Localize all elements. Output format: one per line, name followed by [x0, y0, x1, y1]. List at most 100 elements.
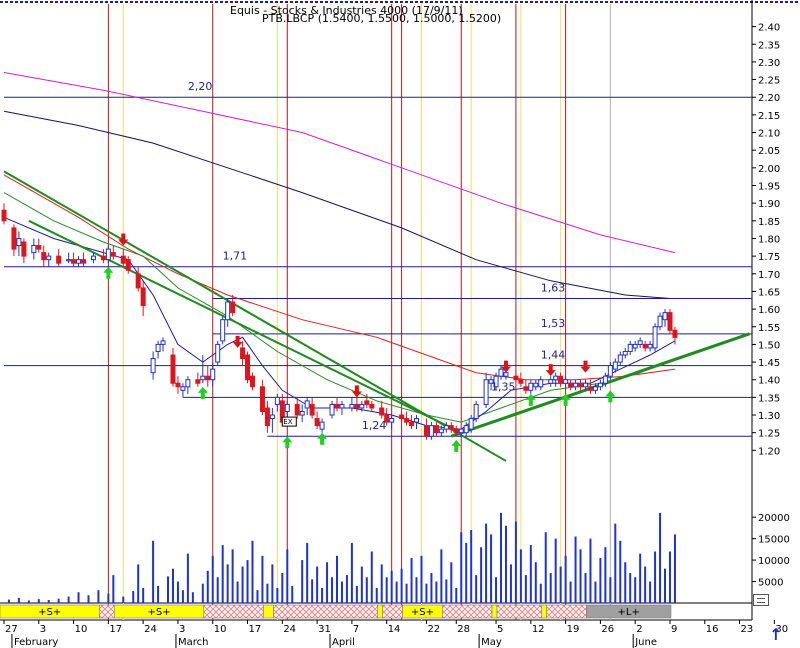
volume-toggle-button[interactable] — [753, 594, 769, 606]
level-label: 1,35 — [491, 380, 516, 393]
candle-body — [622, 350, 628, 356]
candle-body — [448, 425, 454, 430]
price-tick-label: 1.65 — [758, 287, 780, 298]
candle-body — [269, 414, 275, 420]
candle-body — [473, 403, 479, 420]
signal-band-yellow — [491, 604, 498, 619]
candle-body — [652, 326, 658, 349]
candle-body — [180, 386, 186, 391]
candle-body — [563, 379, 569, 384]
signal-band-hatch — [442, 604, 493, 619]
price-tick-label: 2.20 — [758, 93, 780, 104]
price-tick-label: 2.30 — [758, 58, 780, 69]
signal-band-hatch — [203, 604, 264, 619]
candle-body — [438, 428, 444, 434]
candle-body — [76, 259, 82, 264]
candle-body — [90, 255, 96, 261]
candle-body — [612, 361, 618, 370]
candle-body — [573, 382, 579, 388]
volume-tick-label: 5000 — [758, 578, 783, 589]
candle-body — [110, 252, 116, 257]
candle-body — [463, 425, 469, 434]
date-tick-label: 17 — [109, 624, 122, 635]
signal-band-hatch — [273, 604, 379, 619]
candle-body — [582, 382, 588, 388]
level-label: 1,24 — [362, 419, 387, 432]
date-tick-label: 5 — [497, 624, 503, 635]
candle-body — [120, 255, 126, 264]
price-tick-label: 1.75 — [758, 252, 780, 263]
date-tick-label: 24 — [283, 624, 296, 635]
scroll-up-arrow-icon[interactable]: ↑ — [766, 625, 786, 645]
chart-header-line-2: PTB.LBCP (1.5400, 1.5500, 1.5000, 1.5200… — [262, 12, 502, 25]
signal-band-yellow — [263, 604, 274, 619]
candle-body — [215, 343, 221, 363]
signal-band-hatch — [382, 604, 403, 619]
stock-chart: EX 2,201,711,631,531,441,351,24 +S+ +S+ +S… — [0, 0, 800, 648]
candle-body — [602, 375, 608, 384]
signal-band-hatch — [99, 604, 115, 619]
candle-body — [160, 340, 166, 345]
candle-body — [314, 418, 320, 427]
level-label: 1,44 — [541, 349, 566, 362]
price-tick-label: 1.25 — [758, 429, 780, 440]
candle-body — [423, 425, 429, 437]
candle-body — [81, 259, 87, 264]
candle-body — [125, 259, 131, 271]
date-tick-label: 10 — [75, 624, 88, 635]
candle-body — [245, 354, 251, 381]
level-label: 2,20 — [188, 80, 213, 93]
candle-body — [36, 245, 42, 250]
price-tick-label: 2.00 — [758, 164, 780, 175]
candle-body — [642, 343, 648, 349]
candle-body — [339, 403, 345, 409]
price-tick-label: 1.90 — [758, 199, 780, 210]
price-tick-label: 2.05 — [758, 146, 780, 157]
candle — [245, 351, 251, 384]
signal-bands: +S+ +S+ +S+ +L+ — [0, 604, 672, 619]
candle-body — [409, 421, 415, 427]
candle-body — [294, 403, 300, 416]
candle-body — [16, 237, 22, 247]
price-tick-label: 1.85 — [758, 217, 780, 228]
candle-body — [334, 403, 340, 409]
candle-body — [503, 372, 509, 377]
month-label: June — [634, 637, 657, 648]
signal-band-yellow — [541, 604, 547, 619]
candle-body — [175, 382, 181, 388]
candle-body — [230, 301, 236, 314]
candle — [220, 316, 226, 345]
candle-body — [538, 379, 544, 388]
signal-band-label: +S+ — [38, 607, 61, 618]
level-label: 1,53 — [541, 317, 566, 330]
candle-body — [319, 421, 325, 430]
candle-body — [140, 287, 146, 307]
candle-body — [528, 382, 534, 391]
candle-body — [632, 343, 638, 349]
candle-body — [105, 248, 111, 261]
candle-body — [264, 407, 270, 427]
candle — [215, 340, 221, 366]
date-tick-label: 27 — [5, 624, 18, 635]
candle-body — [240, 347, 246, 360]
candle-body — [443, 425, 449, 430]
candle-body — [284, 403, 290, 412]
candle-body — [205, 375, 211, 381]
signal-band-hatch — [546, 604, 587, 619]
price-tick-label: 1.35 — [758, 393, 780, 404]
date-tick-label: 28 — [457, 624, 470, 635]
candle-body — [458, 428, 464, 434]
price-tick-label: 2.15 — [758, 111, 780, 122]
candle-body — [533, 382, 539, 388]
price-tick-label: 1.40 — [758, 376, 780, 387]
signal-band-label: +S+ — [411, 607, 434, 618]
date-tick-label: 31 — [318, 624, 331, 635]
candle-body — [592, 386, 598, 391]
candle-body — [359, 403, 365, 409]
candle-body — [11, 227, 17, 250]
date-tick-label: 12 — [532, 624, 545, 635]
month-label: April — [332, 637, 355, 648]
candle-body — [250, 375, 255, 388]
volume-tick-label: 20000 — [758, 513, 790, 524]
candle-body — [453, 428, 459, 434]
